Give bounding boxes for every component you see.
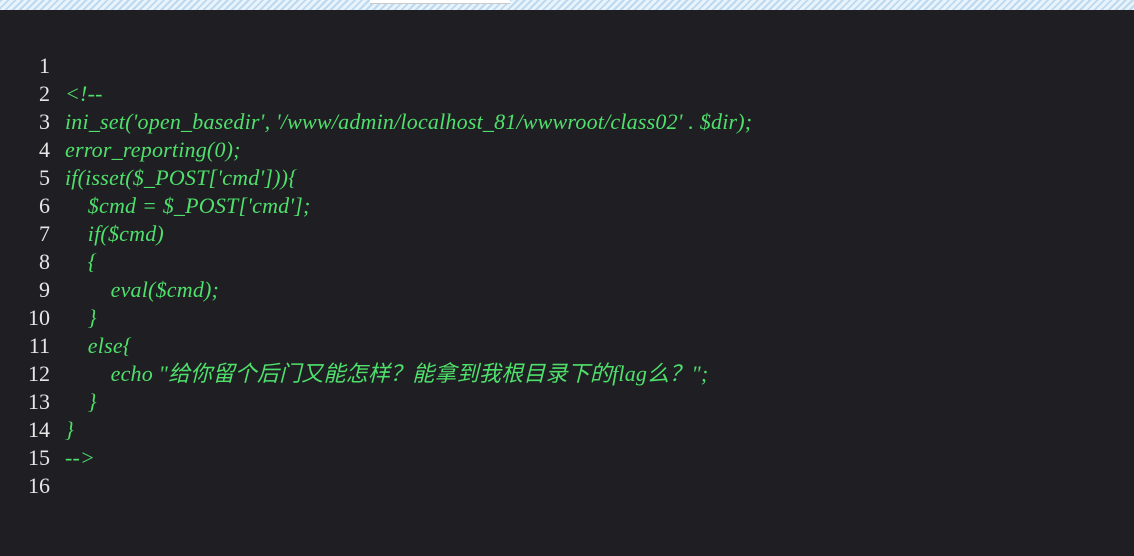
- code-line: 13 }: [0, 360, 74, 442]
- code-line: 14 -->: [0, 388, 95, 470]
- code-text: }: [65, 305, 97, 330]
- code-editor: 1 <!-- 2 ini_set('open_basedir', '/www/a…: [0, 10, 1134, 498]
- code-text: -->: [65, 445, 96, 470]
- code-text: ini_set('open_basedir', '/www/admin/loca…: [65, 109, 753, 134]
- code-line: 9 }: [0, 248, 97, 330]
- code-text: eval($cmd);: [65, 277, 220, 302]
- line-number: 16: [28, 473, 50, 498]
- code-line: 7 {: [0, 192, 97, 274]
- code-line: 2 ini_set('open_basedir', '/www/admin/lo…: [0, 52, 752, 134]
- code-text: $cmd = $_POST['cmd'];: [65, 193, 311, 218]
- code-line: 15: [0, 416, 50, 470]
- code-line: 12 }: [0, 332, 97, 414]
- code-text: if($cmd): [65, 221, 164, 246]
- code-text: }: [65, 417, 74, 442]
- code-line: 1 <!--: [0, 24, 102, 106]
- code-line: 16: [0, 444, 50, 498]
- code-text: <!--: [65, 81, 103, 106]
- code-line: 3 error_reporting(0);: [0, 80, 241, 162]
- code-line: 5 $cmd = $_POST['cmd'];: [0, 136, 310, 218]
- code-text: error_reporting(0);: [65, 137, 241, 162]
- tab-edge: [370, 0, 510, 4]
- code-line: 11 echo "给你留个后门又能怎样？能拿到我根目录下的flag么？";: [0, 304, 708, 386]
- code-text: echo "给你留个后门又能怎样？能拿到我根目录下的flag么？";: [65, 361, 709, 386]
- code-line: 6 if($cmd): [0, 164, 164, 246]
- browser-top-strip: [0, 0, 1134, 10]
- code-text: if(isset($_POST['cmd'])){: [65, 165, 298, 190]
- code-text: else{: [65, 333, 132, 358]
- code-line: 10 else{: [0, 276, 132, 358]
- code-text: {: [65, 249, 97, 274]
- code-line: 4 if(isset($_POST['cmd'])){: [0, 108, 297, 190]
- code-text: }: [65, 389, 97, 414]
- code-line: 8 eval($cmd);: [0, 220, 219, 302]
